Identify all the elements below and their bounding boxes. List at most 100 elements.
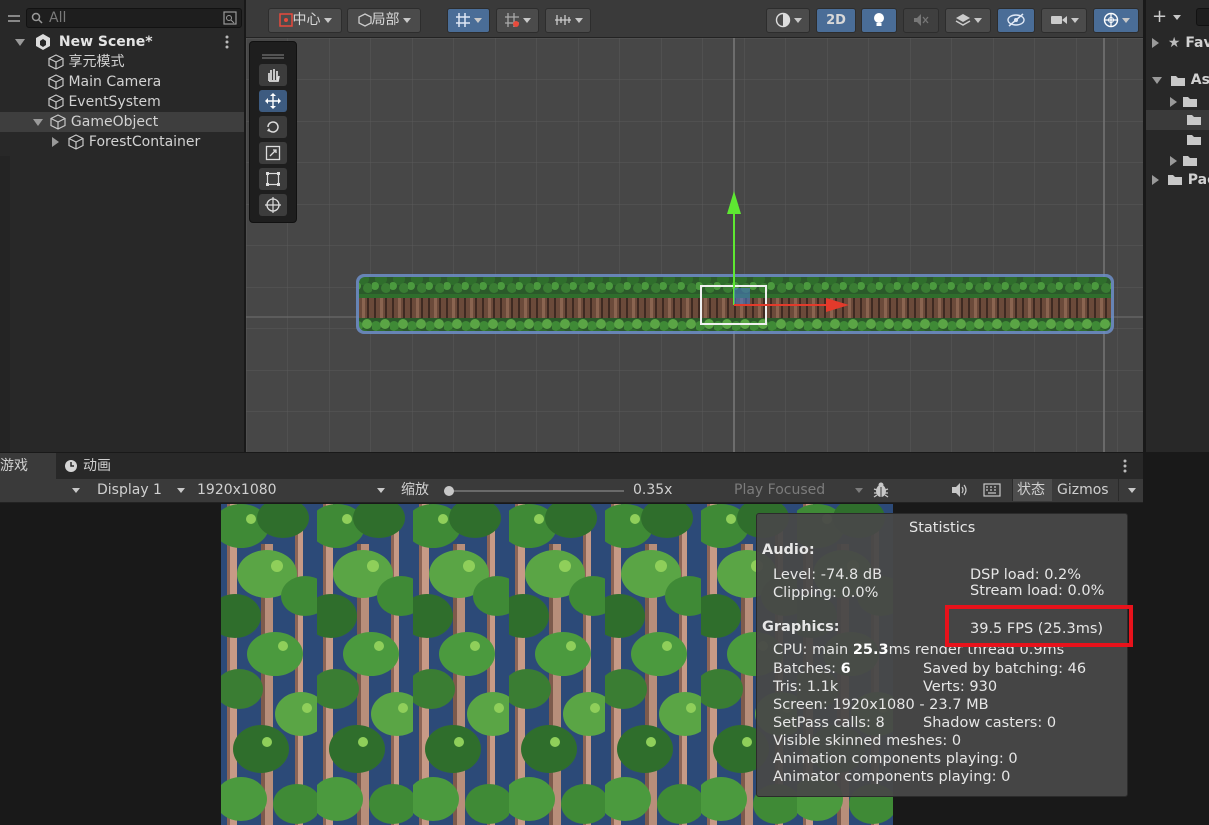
scale-icon <box>265 145 281 161</box>
folder-open-icon <box>1170 76 1185 86</box>
effects-button[interactable] <box>945 8 991 33</box>
search-icon <box>31 12 43 24</box>
layers-icon <box>955 14 970 26</box>
chevron-right-icon[interactable] <box>1152 38 1159 48</box>
bug-icon <box>873 482 889 498</box>
scene-menu-icon[interactable] <box>223 35 231 49</box>
stats-graphics-header: Graphics: <box>762 619 840 635</box>
grid-snap-button[interactable] <box>447 8 490 33</box>
tab-animation[interactable]: 动画 <box>62 453 132 479</box>
assets-row[interactable]: Ass <box>1152 70 1209 90</box>
hand-tool-button[interactable] <box>259 64 287 86</box>
scale-slider[interactable] <box>440 486 626 496</box>
transform-all-icon <box>265 197 281 213</box>
asset-folder-1[interactable] <box>1170 94 1198 110</box>
scale-value: 0.35x <box>633 482 673 498</box>
tab-game[interactable]: 游戏 <box>0 453 56 479</box>
mute-audio-button[interactable] <box>950 481 974 499</box>
stats-batches: Batches: 6 <box>773 661 851 677</box>
palette-grip-icon[interactable] <box>262 48 284 59</box>
hierarchy-item-label: Main Camera <box>68 74 162 90</box>
play-focused-dropdown[interactable]: Play Focused <box>728 479 866 501</box>
tab-game-label: 游戏 <box>0 458 28 474</box>
game-view-dropdown-icon[interactable] <box>72 488 80 493</box>
eye-hidden-icon <box>1007 13 1025 27</box>
pivot-icon <box>278 13 293 27</box>
rotate-icon <box>267 121 279 133</box>
asset-folder-4[interactable] <box>1170 153 1198 169</box>
chevron-right-icon[interactable] <box>1152 175 1159 185</box>
chevron-down-icon[interactable] <box>33 118 43 126</box>
asset-folder-selected[interactable] <box>1146 110 1209 130</box>
scale-slider-thumb[interactable] <box>443 486 454 496</box>
hierarchy-search-input[interactable]: All <box>26 8 242 28</box>
display-dropdown[interactable]: Display 1 <box>88 479 188 501</box>
space-mode-button[interactable]: 局部 <box>347 8 421 33</box>
mode-2d-button[interactable]: 2D <box>816 8 856 33</box>
gizmos-scene-button[interactable] <box>1093 8 1139 33</box>
scene-visibility-button[interactable] <box>997 8 1035 33</box>
scene-view[interactable] <box>246 38 1143 452</box>
scene-canvas[interactable] <box>246 38 1143 452</box>
add-asset-icon[interactable]: + <box>1152 8 1167 26</box>
project-search-input[interactable] <box>1196 8 1209 26</box>
hierarchy-item-label: GameObject <box>70 114 159 130</box>
fps-highlight-box <box>945 605 1133 647</box>
local-space-icon <box>357 13 372 27</box>
frame-debugger-button[interactable] <box>872 481 894 499</box>
chevron-down-icon[interactable] <box>15 38 25 46</box>
gizmo-plane-handle[interactable] <box>734 288 750 304</box>
assets-label: Ass <box>1190 72 1209 88</box>
lighting-toggle-button[interactable] <box>861 8 897 33</box>
shortcuts-button[interactable] <box>983 481 1007 499</box>
hierarchy-menu-icon[interactable] <box>8 12 20 22</box>
gameobject-icon <box>68 134 85 150</box>
favorites-row[interactable]: ★ Fav <box>1152 33 1209 53</box>
gizmos-label: Gizmos <box>1057 482 1109 498</box>
hierarchy-item[interactable]: Main Camera <box>48 72 161 92</box>
stats-setpass: SetPass calls: 8 <box>773 715 885 731</box>
hierarchy-item[interactable]: EventSystem <box>48 92 161 112</box>
stats-shadow-casters: Shadow casters: 0 <box>923 715 1057 731</box>
scene-camera-button[interactable] <box>1041 8 1087 33</box>
search-option-icon[interactable] <box>223 11 237 25</box>
rotate-tool-button[interactable] <box>259 116 287 138</box>
stats-animator-components: Animator components playing: 0 <box>773 769 1011 785</box>
ruler-button[interactable] <box>545 8 591 33</box>
hierarchy-item-label: EventSystem <box>68 94 161 110</box>
chevron-right-icon[interactable] <box>52 137 59 147</box>
scene-root-row[interactable]: New Scene* <box>15 32 153 52</box>
move-arrows-icon <box>265 93 281 109</box>
packages-row[interactable]: Pac <box>1152 170 1209 190</box>
hierarchy-item[interactable]: 享元模式 <box>48 52 124 72</box>
gizmos-dropdown[interactable] <box>1118 479 1142 501</box>
stats-toggle-button[interactable]: 状态 <box>1012 479 1052 501</box>
project-panel: + ★ Fav Ass Pac <box>1145 0 1209 452</box>
audio-toggle-button[interactable] <box>903 8 939 33</box>
speaker-icon <box>952 483 967 497</box>
pivot-mode-label: 中心 <box>292 12 321 28</box>
game-tab-menu-icon[interactable] <box>1121 459 1129 473</box>
shading-mode-button[interactable] <box>766 8 810 33</box>
pivot-mode-button[interactable]: 中心 <box>268 8 342 33</box>
lightbulb-icon <box>874 13 884 26</box>
gizmos-toggle-button[interactable]: Gizmos <box>1053 479 1117 501</box>
move-tool-button[interactable] <box>259 90 287 112</box>
rect-tool-button[interactable] <box>259 168 287 190</box>
increment-snap-icon <box>505 13 519 27</box>
folder-icon <box>1183 156 1197 166</box>
scale-tool-button[interactable] <box>259 142 287 164</box>
space-mode-label: 局部 <box>371 12 400 28</box>
gameobject-icon <box>48 54 64 70</box>
resolution-dropdown[interactable]: 1920x1080 <box>190 479 390 501</box>
scale-label: 缩放 <box>401 482 429 498</box>
chevron-down-icon[interactable] <box>1152 76 1162 84</box>
increment-snap-button[interactable] <box>496 8 539 33</box>
hierarchy-item[interactable]: GameObject <box>33 112 158 132</box>
transform-tool-button[interactable] <box>259 194 287 216</box>
stats-toggle-label: 状态 <box>1017 482 1045 498</box>
asset-folder-3[interactable] <box>1186 134 1202 150</box>
hierarchy-item[interactable]: ForestContainer <box>52 132 200 152</box>
rect-transform-icon <box>266 172 280 186</box>
packages-label: Pac <box>1187 172 1209 188</box>
